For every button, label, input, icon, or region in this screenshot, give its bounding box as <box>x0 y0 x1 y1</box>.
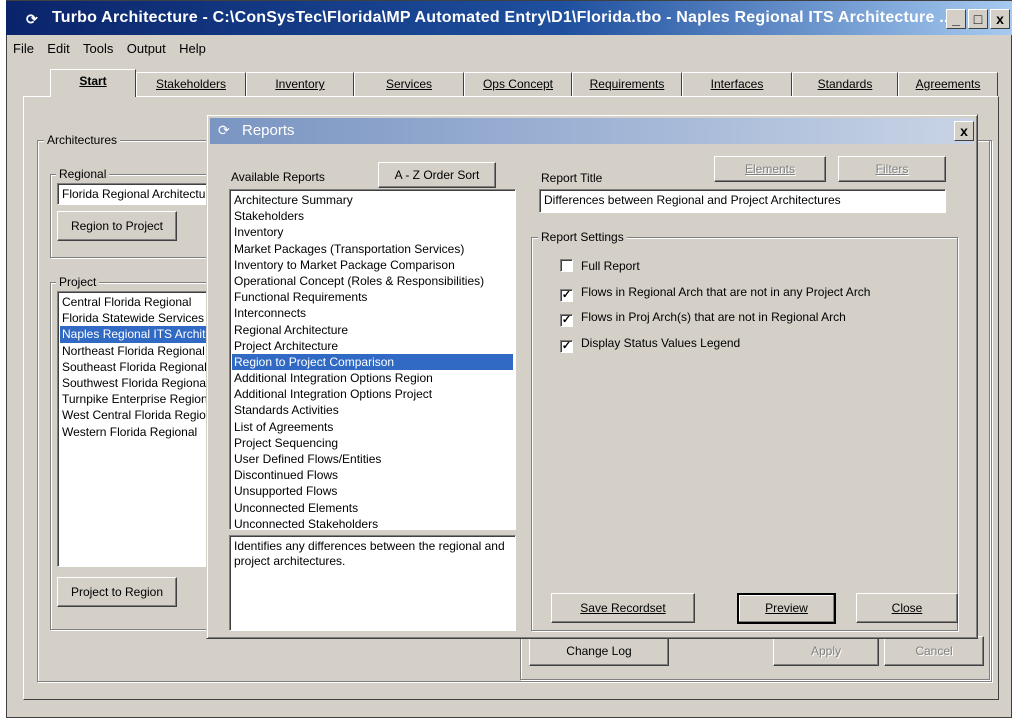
title-bar[interactable]: ⟳ Turbo Architecture - C:\ConSysTec\Flor… <box>6 1 1012 35</box>
checkbox-checked[interactable]: ✓ <box>560 340 573 353</box>
checkbox-box[interactable] <box>560 259 573 272</box>
project-item[interactable]: Central Florida Regional <box>60 294 214 310</box>
report-item[interactable]: Inventory <box>232 224 513 240</box>
preview-button[interactable]: Preview <box>737 593 836 624</box>
flows-regional-not-project-label: Flows in Regional Arch that are not in a… <box>581 285 871 299</box>
menu-edit[interactable]: Edit <box>41 36 73 56</box>
report-item[interactable]: Architecture Summary <box>232 192 513 208</box>
tab-agreements[interactable]: Agreements <box>898 72 998 96</box>
report-item[interactable]: Project Sequencing <box>232 435 513 451</box>
report-item[interactable]: Discontinued Flows <box>232 467 513 483</box>
report-item[interactable]: Functional Requirements <box>232 289 513 305</box>
report-item-selected[interactable]: Region to Project Comparison <box>232 353 513 371</box>
full-report-checkbox[interactable]: Full Report <box>560 259 640 277</box>
reports-close-icon[interactable]: x <box>954 121 974 141</box>
cancel-button[interactable]: Cancel <box>884 636 984 666</box>
minimize-button[interactable]: _ <box>946 9 966 29</box>
project-item[interactable]: West Central Florida Regional <box>60 407 216 423</box>
report-item[interactable]: Additional Integration Options Region <box>232 370 513 386</box>
reports-dialog-title: Reports <box>242 122 295 139</box>
full-report-label: Full Report <box>581 259 640 273</box>
report-description-box: Identifies any differences between the r… <box>229 535 516 631</box>
a-z-order-sort-button[interactable]: A - Z Order Sort <box>378 162 496 188</box>
report-item[interactable]: Inventory to Market Package Comparison <box>232 257 513 273</box>
report-item[interactable]: Unconnected Elements <box>232 500 513 516</box>
report-item[interactable]: Unsupported Flows <box>232 483 513 499</box>
change-log-button[interactable]: Change Log <box>529 636 669 666</box>
tab-stakeholders[interactable]: Stakeholders <box>136 72 246 96</box>
report-item[interactable]: Project Architecture <box>232 338 513 354</box>
tab-interfaces[interactable]: Interfaces <box>682 72 792 96</box>
report-settings-label: Report Settings <box>538 230 627 244</box>
project-item-selected[interactable]: Naples Regional ITS Architecture <box>60 326 216 343</box>
report-item[interactable]: User Defined Flows/Entities <box>232 451 513 467</box>
tab-requirements[interactable]: Requirements <box>572 72 682 96</box>
report-item[interactable]: List of Agreements <box>232 419 513 435</box>
save-recordset-button[interactable]: Save Recordset <box>551 593 695 623</box>
report-item[interactable]: Additional Integration Options Project <box>232 386 513 402</box>
project-item[interactable]: Florida Statewide Services <box>60 310 214 326</box>
flows-regional-not-project-checkbox[interactable]: ✓ Flows in Regional Arch that are not in … <box>560 285 870 303</box>
report-item[interactable]: Stakeholders <box>232 208 513 224</box>
window-title: Turbo Architecture - C:\ConSysTec\Florid… <box>52 9 952 26</box>
menu-bar: File Edit Tools Output Help <box>7 36 1011 60</box>
tab-ops-concept[interactable]: Ops Concept <box>464 72 572 96</box>
project-to-region-button[interactable]: Project to Region <box>57 577 177 607</box>
project-list[interactable]: Central Florida Regional Florida Statewi… <box>57 291 217 567</box>
project-item[interactable]: Turnpike Enterprise Regional <box>60 391 216 407</box>
tab-inventory[interactable]: Inventory <box>246 72 354 96</box>
available-reports-list[interactable]: Architecture Summary Stakeholders Invent… <box>229 189 516 530</box>
reports-dialog-title-bar[interactable]: ⟳ Reports <box>210 118 974 144</box>
menu-output[interactable]: Output <box>121 36 170 56</box>
tab-start[interactable]: Start <box>50 69 136 97</box>
elements-button[interactable]: Elements <box>714 156 826 182</box>
report-title-field[interactable]: Differences between Regional and Project… <box>539 189 946 213</box>
app-icon: ⟳ <box>26 11 38 27</box>
tab-standards[interactable]: Standards <box>792 72 898 96</box>
report-title-label: Report Title <box>541 171 603 185</box>
report-item[interactable]: Market Packages (Transportation Services… <box>232 241 513 257</box>
flows-project-not-regional-label: Flows in Proj Arch(s) that are not in Re… <box>581 310 846 324</box>
flows-project-not-regional-checkbox[interactable]: ✓ Flows in Proj Arch(s) that are not in R… <box>560 310 846 328</box>
architectures-label: Architectures <box>44 133 121 147</box>
project-item[interactable]: Southwest Florida Regional <box>60 375 214 391</box>
region-to-project-button[interactable]: Region to Project <box>57 211 177 241</box>
checkbox-checked[interactable]: ✓ <box>560 289 573 302</box>
reports-icon: ⟳ <box>218 122 230 138</box>
menu-help[interactable]: Help <box>173 36 210 56</box>
checkbox-checked[interactable]: ✓ <box>560 314 573 327</box>
close-dialog-button[interactable]: Close <box>856 593 958 623</box>
menu-tools[interactable]: Tools <box>77 36 117 56</box>
project-label: Project <box>56 275 100 289</box>
report-item[interactable]: Unconnected Stakeholders <box>232 516 513 529</box>
project-item[interactable]: Southeast Florida Regional <box>60 359 214 375</box>
project-item[interactable]: Western Florida Regional <box>60 424 214 440</box>
report-item[interactable]: Standards Activities <box>232 402 513 418</box>
regional-label: Regional <box>56 167 110 181</box>
project-item[interactable]: Northeast Florida Regional <box>60 343 214 359</box>
apply-button[interactable]: Apply <box>773 636 879 666</box>
display-status-legend-checkbox[interactable]: ✓ Display Status Values Legend <box>560 336 740 354</box>
tab-services[interactable]: Services <box>354 72 464 96</box>
display-status-legend-label: Display Status Values Legend <box>581 336 741 350</box>
report-item[interactable]: Operational Concept (Roles & Responsibil… <box>232 273 513 289</box>
maximize-button[interactable]: □ <box>968 9 988 29</box>
close-window-button[interactable]: x <box>990 9 1010 29</box>
regional-architecture-field[interactable]: Florida Regional Architecture <box>57 183 217 205</box>
available-reports-label: Available Reports <box>231 170 325 184</box>
filters-button[interactable]: Filters <box>838 156 946 182</box>
report-item[interactable]: Interconnects <box>232 305 513 321</box>
menu-file[interactable]: File <box>7 36 38 56</box>
report-item[interactable]: Regional Architecture <box>232 322 513 338</box>
